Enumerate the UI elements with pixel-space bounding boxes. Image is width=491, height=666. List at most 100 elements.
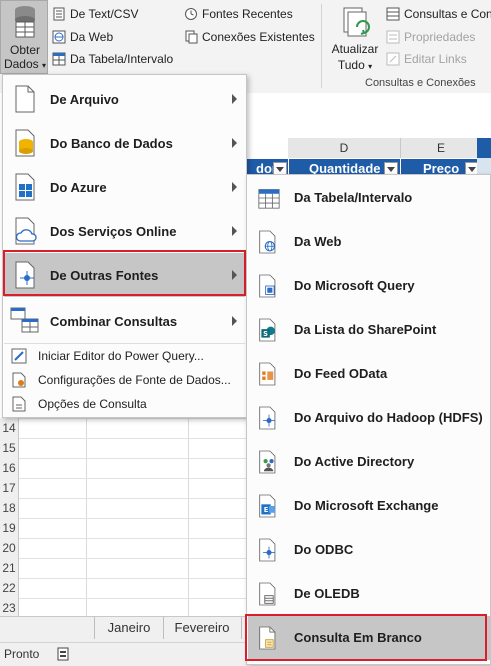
grid-line <box>19 478 247 479</box>
dados-label: Dados ▾ <box>3 57 47 71</box>
da-tabela-intervalo-button[interactable]: Da Tabela/Intervalo <box>52 52 173 66</box>
menu-item-de-arquivo[interactable]: De Arquivo <box>4 77 245 121</box>
refresh-icon <box>343 7 370 37</box>
submenu-item-label: Do Active Directory <box>294 454 415 469</box>
fontes-recentes-button[interactable]: Fontes Recentes <box>184 7 293 21</box>
row-header[interactable]: 19 <box>0 518 19 539</box>
fontes-recentes-label: Fontes Recentes <box>202 7 293 21</box>
connections-icon <box>185 30 198 44</box>
row-header[interactable]: 22 <box>0 578 19 599</box>
grid-line <box>19 438 247 439</box>
menu-item-combinar-consultas[interactable]: Combinar Consultas <box>4 299 245 343</box>
highlight-outline-de-outras-fontes <box>3 250 246 296</box>
submenu-item-da-lista-do-sharepoint[interactable]: S Da Lista do SharePoint <box>248 308 490 352</box>
atualizar-tudo-button[interactable]: Atualizar Tudo ▾ <box>326 4 384 74</box>
active-directory-icon <box>259 450 276 474</box>
grid-line <box>19 578 247 579</box>
grid-line <box>19 558 247 559</box>
odbc-icon <box>259 538 276 562</box>
row-header[interactable]: 14 <box>0 418 19 439</box>
submenu-item-da-tabela-intervalo[interactable]: Da Tabela/Intervalo <box>248 176 490 220</box>
conexoes-existentes-button[interactable]: Conexões Existentes <box>184 30 315 44</box>
submenu-item-label: Do Microsoft Query <box>294 278 415 293</box>
menu-item-configuracoes-fonte[interactable]: Configurações de Fonte de Dados... <box>4 368 245 392</box>
grid-line <box>19 518 247 519</box>
row-header[interactable]: 17 <box>0 478 19 499</box>
table-icon <box>258 189 280 209</box>
edit-links-icon <box>386 52 400 66</box>
menu-item-dos-servicos-online[interactable]: Dos Serviços Online <box>4 209 245 253</box>
menu-item-label: Configurações de Fonte de Dados... <box>38 373 231 387</box>
submenu-item-do-active-directory[interactable]: Do Active Directory <box>248 440 490 484</box>
menu-item-do-azure[interactable]: Do Azure <box>4 165 245 209</box>
submenu-item-label: Do ODBC <box>294 542 354 557</box>
submenu-item-do-microsoft-exchange[interactable]: E Do Microsoft Exchange <box>248 484 490 528</box>
grid-line <box>86 418 87 616</box>
microsoft-query-icon <box>259 274 276 298</box>
column-header-e[interactable]: E <box>401 138 482 158</box>
de-text-csv-button[interactable]: De Text/CSV <box>52 7 138 21</box>
da-tabela-intervalo-label: Da Tabela/Intervalo <box>70 52 174 66</box>
submenu-item-do-odbc[interactable]: Do ODBC <box>248 528 490 572</box>
submenu-arrow-icon <box>232 316 237 326</box>
row-header[interactable]: 21 <box>0 558 19 579</box>
de-text-csv-label: De Text/CSV <box>70 7 139 21</box>
menu-item-label: Opções de Consulta <box>38 397 147 411</box>
submenu-item-do-microsoft-query[interactable]: Do Microsoft Query <box>248 264 490 308</box>
submenu-item-do-arquivo-do-hadoop-hdfs[interactable]: Do Arquivo do Hadoop (HDFS) <box>248 396 490 440</box>
get-data-icon <box>15 6 35 38</box>
menu-item-label: Do Banco de Dados <box>50 135 173 151</box>
status-text: Pronto <box>4 647 40 661</box>
tab-fevereiro[interactable]: Fevereiro <box>163 617 242 639</box>
web-icon <box>52 30 66 44</box>
row-header[interactable]: 18 <box>0 498 19 519</box>
svg-text:E: E <box>264 506 269 514</box>
propriedades-label: Propriedades <box>404 30 476 44</box>
editar-links-button[interactable]: Editar Links <box>386 52 467 66</box>
obter-dados-menu: De Arquivo Do Banco de Dados Do Azure Do… <box>2 74 247 418</box>
row-header[interactable]: 16 <box>0 458 19 479</box>
consultas-conexoes-button[interactable]: Consultas e Cone <box>386 7 491 21</box>
grid-line <box>19 458 247 459</box>
editar-links-label: Editar Links <box>404 52 467 66</box>
menu-item-do-banco-de-dados[interactable]: Do Banco de Dados <box>4 121 245 165</box>
obter-dados-button[interactable]: Obter Dados ▾ <box>0 0 48 74</box>
submenu-item-label: Do Microsoft Exchange <box>294 498 439 513</box>
menu-item-label: Iniciar Editor do Power Query... <box>38 349 204 363</box>
menu-item-label: Do Azure <box>50 179 107 195</box>
conexoes-existentes-label: Conexões Existentes <box>202 30 315 44</box>
queries-icon <box>386 7 400 21</box>
oledb-icon <box>259 582 276 606</box>
menu-item-label: De Arquivo <box>50 91 119 107</box>
submenu-arrow-icon <box>232 182 237 192</box>
table-small-icon <box>52 52 66 66</box>
combine-icon <box>10 307 39 333</box>
grid-line <box>19 418 247 419</box>
tab-janeiro[interactable]: Janeiro <box>94 617 164 639</box>
submenu-item-de-oledb[interactable]: De OLEDB <box>248 572 490 616</box>
propriedades-button[interactable]: Propriedades <box>386 30 475 44</box>
clock-icon <box>185 8 197 20</box>
svg-text:S: S <box>263 330 268 338</box>
file-icon <box>15 85 35 113</box>
submenu-item-da-web[interactable]: Da Web <box>248 220 490 264</box>
odata-icon <box>259 362 276 386</box>
submenu-item-do-feed-odata[interactable]: Do Feed OData <box>248 352 490 396</box>
hadoop-icon <box>259 406 276 430</box>
column-header-d[interactable]: D <box>288 138 401 158</box>
macro-record-icon[interactable] <box>57 647 69 661</box>
grid-line <box>188 418 189 616</box>
menu-item-label: Combinar Consultas <box>50 313 178 329</box>
database-icon <box>15 129 35 157</box>
submenu-item-label: Da Tabela/Intervalo <box>294 190 413 205</box>
submenu-arrow-icon <box>232 226 237 236</box>
obter-label: Obter <box>9 43 40 57</box>
row-header[interactable]: 20 <box>0 538 19 559</box>
menu-item-opcoes-consulta[interactable]: Opções de Consulta <box>4 392 245 416</box>
grid-line <box>19 498 247 499</box>
menu-item-iniciar-editor[interactable]: Iniciar Editor do Power Query... <box>4 344 245 368</box>
row-header[interactable]: 15 <box>0 438 19 459</box>
da-web-button[interactable]: Da Web <box>52 30 113 44</box>
exchange-icon: E <box>259 494 276 518</box>
text-file-icon <box>53 7 65 21</box>
